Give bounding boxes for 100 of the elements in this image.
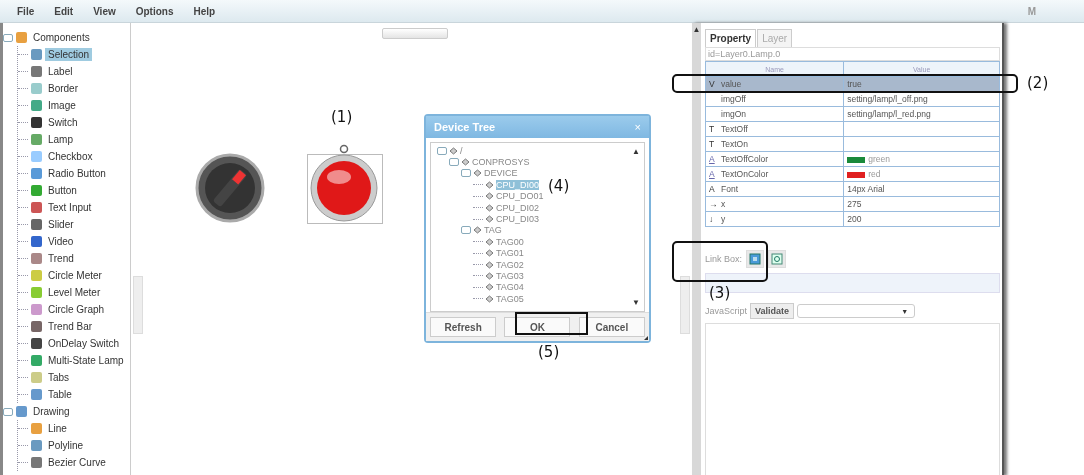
scroll-down-icon[interactable]: ▼ bbox=[632, 298, 640, 307]
splitter-handle[interactable] bbox=[680, 276, 690, 334]
palette-item[interactable]: Bezier Curve bbox=[45, 456, 109, 469]
rotate-icon[interactable] bbox=[339, 144, 349, 154]
palette-item[interactable]: Multi-State Lamp bbox=[45, 354, 127, 367]
tree-item[interactable]: TAG bbox=[484, 225, 502, 236]
link-box-label: Link Box: bbox=[705, 254, 743, 264]
search-button[interactable] bbox=[768, 250, 787, 268]
menu-item[interactable]: File bbox=[10, 5, 48, 17]
property-name[interactable]: A Font bbox=[705, 181, 844, 197]
palette-item[interactable]: OnDelay Switch bbox=[45, 337, 123, 350]
component-icon bbox=[31, 389, 42, 400]
expander-icon[interactable] bbox=[3, 33, 13, 42]
palette-item[interactable]: Switch bbox=[45, 116, 81, 129]
property-name[interactable]: A TextOffColor bbox=[705, 151, 844, 167]
palette-item[interactable]: Level Meter bbox=[45, 286, 104, 299]
panel-tab[interactable]: Property bbox=[705, 29, 757, 47]
component-icon bbox=[31, 287, 42, 298]
callout-label: (4) bbox=[548, 177, 570, 195]
component-icon bbox=[31, 355, 42, 366]
palette-item[interactable]: Tabs bbox=[45, 371, 73, 384]
palette-item[interactable]: Button bbox=[45, 184, 80, 197]
palette-item[interactable]: Video bbox=[45, 235, 77, 248]
tree-item[interactable]: CPU_DO01 bbox=[496, 191, 544, 202]
script-label: JavaScript bbox=[705, 306, 748, 316]
tree-item[interactable]: CONPROSYS bbox=[472, 157, 530, 168]
palette-item[interactable]: Image bbox=[45, 99, 79, 112]
callout-label: (2) bbox=[1027, 74, 1049, 92]
component-icon bbox=[31, 270, 42, 281]
palette-item[interactable]: Line bbox=[45, 422, 70, 435]
palette-item[interactable]: Drawing bbox=[30, 405, 73, 418]
scroll-up-icon[interactable]: ▲ bbox=[692, 25, 701, 34]
menu-item[interactable]: View bbox=[86, 5, 129, 17]
property-value[interactable]: setting/lamp/l_red.png bbox=[843, 106, 1000, 122]
palette-item[interactable]: Checkbox bbox=[45, 150, 96, 163]
dialog-button[interactable]: Refresh bbox=[430, 317, 497, 337]
palette-item[interactable]: Radio Button bbox=[45, 167, 109, 180]
palette-item[interactable]: Selection bbox=[45, 48, 93, 61]
validate-button[interactable]: Validate bbox=[750, 303, 795, 319]
tree-item[interactable]: / bbox=[460, 145, 463, 156]
property-name[interactable]: imgOn bbox=[705, 106, 844, 122]
component-icon bbox=[31, 202, 42, 213]
expander-icon[interactable] bbox=[461, 226, 471, 235]
palette-item[interactable]: Text Input bbox=[45, 201, 95, 214]
tree-item[interactable]: TAG01 bbox=[496, 248, 524, 259]
component-icon bbox=[31, 236, 42, 247]
menu-item[interactable]: Edit bbox=[47, 5, 87, 17]
palette-item[interactable]: Label bbox=[45, 65, 76, 78]
palette-item[interactable]: Border bbox=[45, 82, 81, 95]
property-value[interactable]: setting/lamp/l_off.png bbox=[843, 91, 1000, 107]
palette-item[interactable]: Trend bbox=[45, 252, 77, 265]
tree-item[interactable]: DEVICE bbox=[484, 168, 518, 179]
property-value[interactable]: 275 bbox=[843, 196, 1000, 212]
property-name[interactable]: imgOff bbox=[705, 91, 844, 107]
property-value[interactable] bbox=[843, 121, 1000, 137]
palette-item[interactable]: Polyline bbox=[45, 439, 87, 452]
component-icon bbox=[31, 253, 42, 264]
palette-item[interactable]: Circle Meter bbox=[45, 269, 105, 282]
collapse-handle[interactable] bbox=[382, 28, 448, 39]
component-icon bbox=[31, 134, 42, 145]
scroll-up-icon[interactable]: ▲ bbox=[632, 147, 640, 156]
component-icon bbox=[31, 100, 42, 111]
property-value[interactable] bbox=[843, 136, 1000, 152]
palette-item[interactable]: Components bbox=[30, 31, 93, 44]
menu-item[interactable]: Help bbox=[186, 5, 229, 17]
palette-item[interactable]: Lamp bbox=[45, 133, 76, 146]
property-value[interactable]: 200 bbox=[843, 211, 1000, 227]
palette-item[interactable]: Trend Bar bbox=[45, 320, 96, 333]
palette-item[interactable]: Slider bbox=[45, 218, 77, 231]
tree-item[interactable]: CPU_DI02 bbox=[496, 202, 540, 213]
dialog-button[interactable]: Cancel bbox=[578, 317, 645, 337]
expander-icon[interactable] bbox=[3, 407, 13, 416]
property-name[interactable]: ↓ y bbox=[705, 211, 844, 227]
component-icon bbox=[16, 406, 27, 417]
callout-label: (1) bbox=[331, 108, 353, 126]
property-name[interactable]: T TextOff bbox=[705, 121, 844, 137]
property-value[interactable]: 14px Arial bbox=[843, 181, 1000, 197]
palette-item[interactable]: Circle Graph bbox=[45, 303, 108, 316]
component-icon bbox=[31, 185, 42, 196]
component-icon bbox=[31, 440, 42, 451]
tree-item[interactable]: TAG03 bbox=[496, 271, 524, 281]
property-name[interactable]: → x bbox=[705, 196, 844, 212]
link-button[interactable] bbox=[746, 250, 765, 268]
component-icon bbox=[31, 83, 42, 94]
menu-item[interactable]: Options bbox=[128, 5, 187, 17]
component-icon bbox=[31, 219, 42, 230]
palette-item[interactable]: Table bbox=[45, 388, 75, 401]
tree-item[interactable]: TAG00 bbox=[496, 236, 524, 247]
tree-item[interactable]: TAG02 bbox=[496, 259, 524, 270]
component-icon bbox=[31, 151, 42, 162]
component-icon bbox=[31, 66, 42, 77]
property-name[interactable]: T TextOn bbox=[705, 136, 844, 152]
component-icon bbox=[31, 168, 42, 179]
tree-item[interactable]: TAG04 bbox=[496, 282, 524, 293]
tree-item[interactable]: TAG05 bbox=[496, 293, 524, 304]
property-name[interactable]: A TextOnColor bbox=[705, 166, 844, 182]
resize-grip[interactable] bbox=[644, 336, 648, 340]
component-icon bbox=[31, 304, 42, 315]
splitter-handle[interactable] bbox=[133, 276, 143, 334]
tree-item[interactable]: CPU_DI03 bbox=[496, 214, 540, 225]
